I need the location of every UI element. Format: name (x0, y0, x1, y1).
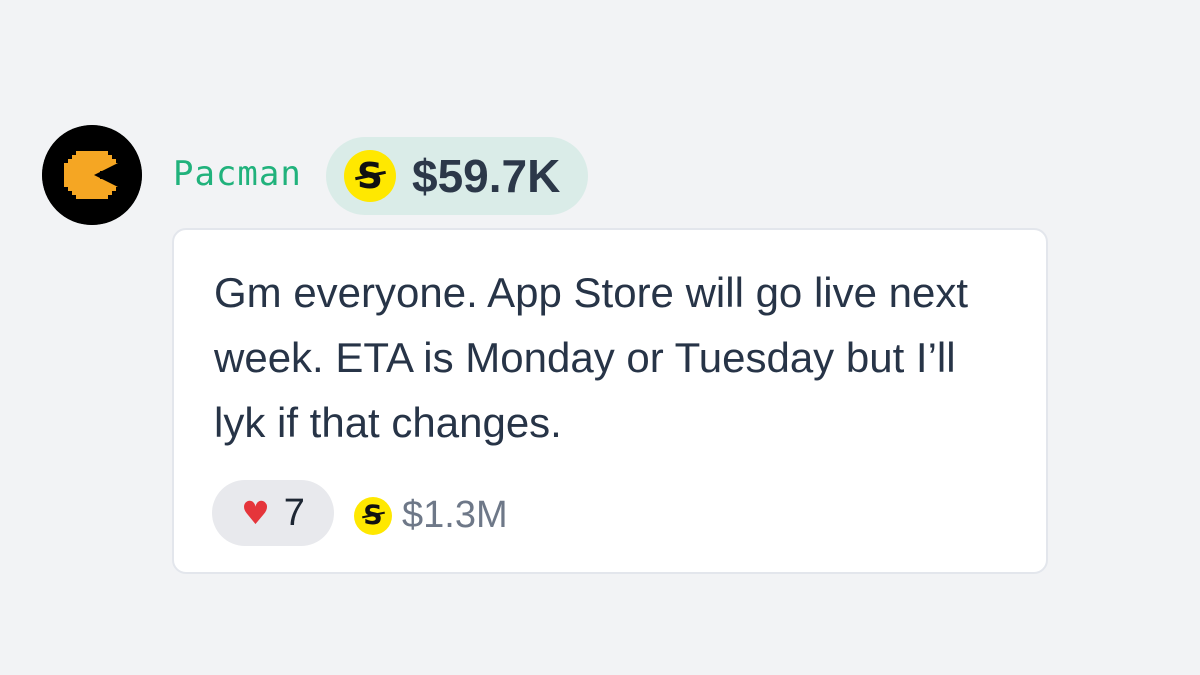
dollar-coin-icon: S (354, 496, 392, 535)
dollar-coin-icon: S (344, 150, 396, 202)
heart-reaction-button[interactable]: ♥ 7 (212, 480, 334, 546)
username[interactable]: Pacman (173, 152, 302, 196)
message-card: Gm everyone. App Store will go live next… (172, 228, 1048, 574)
balance-badge[interactable]: S $59.7K (326, 137, 589, 215)
pacman-icon (42, 125, 142, 225)
tip-total[interactable]: S $1.3M (354, 494, 508, 537)
tip-value: $1.3M (402, 494, 508, 536)
avatar[interactable] (42, 125, 142, 225)
balance-value: $59.7K (412, 150, 561, 202)
heart-icon: ♥ (241, 494, 270, 532)
message-text: Gm everyone. App Store will go live next… (214, 269, 969, 446)
reaction-count: 7 (283, 491, 305, 534)
